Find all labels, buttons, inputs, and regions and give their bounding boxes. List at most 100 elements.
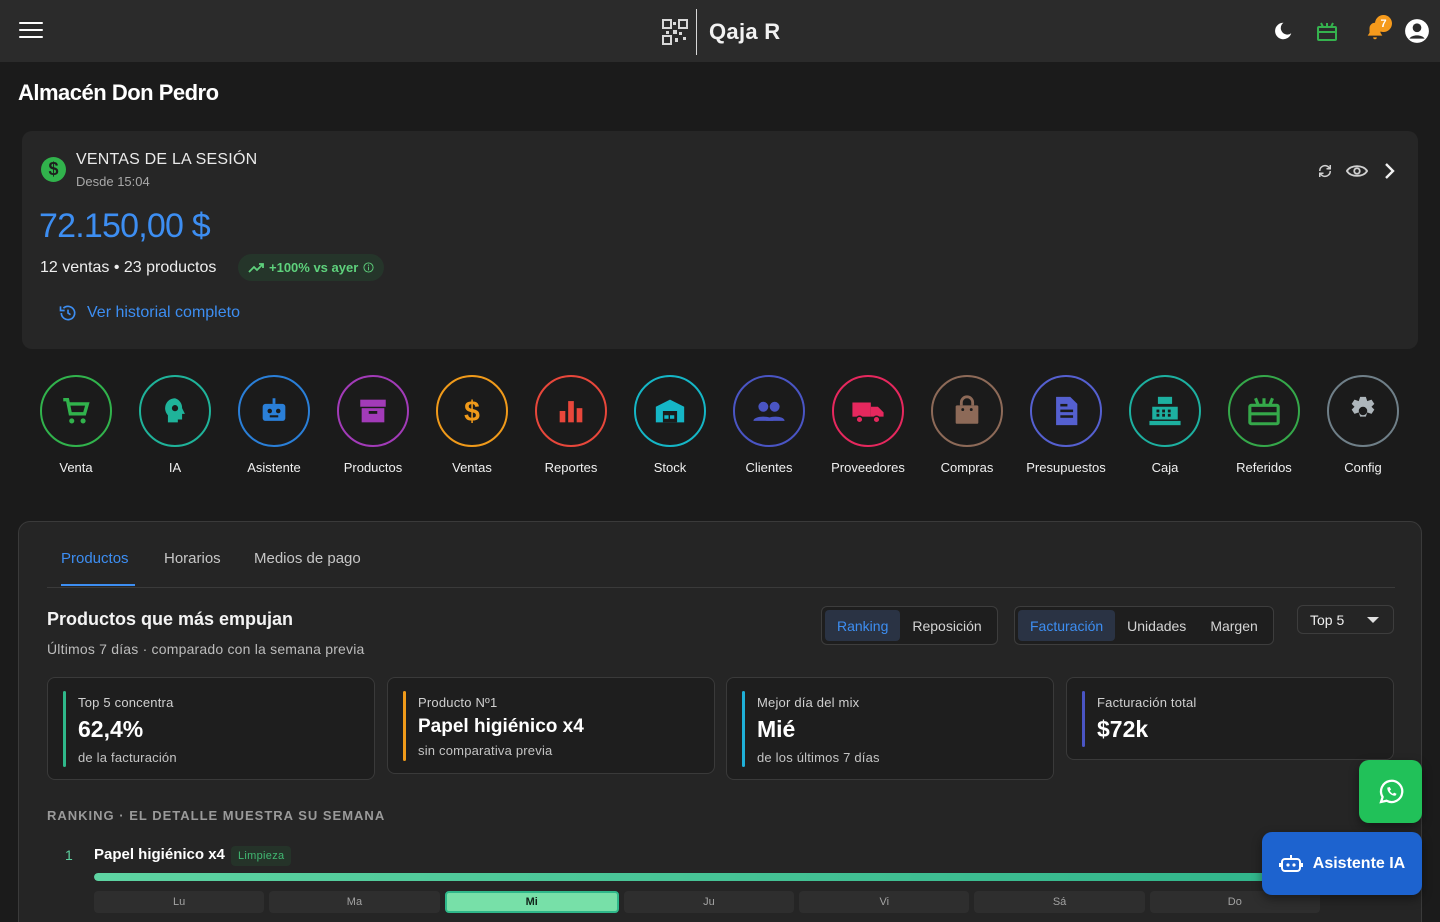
shortcut-label: Stock [653, 460, 687, 475]
shortcut-clientes[interactable]: Clientes [719, 375, 819, 475]
tab-medios-de-pago[interactable]: Medios de pago [254, 550, 361, 567]
menu-icon[interactable] [19, 22, 43, 40]
shortcut-label: Referidos [1236, 460, 1292, 475]
shortcut-caja[interactable]: Caja [1115, 375, 1215, 475]
shortcut-ventas[interactable]: $ Ventas [422, 375, 522, 475]
gift-icon [1248, 397, 1280, 426]
tab-horarios[interactable]: Horarios [164, 550, 221, 567]
shortcut-presupuestos[interactable]: Presupuestos [1016, 375, 1116, 475]
active-tab-indicator [61, 584, 135, 586]
analytics-panel: Productos Horarios Medios de pago Produc… [18, 521, 1422, 922]
shortcut-productos[interactable]: Productos [323, 375, 423, 475]
kpi-accent-bar [1082, 691, 1085, 747]
shortcut-label: Asistente [247, 460, 301, 475]
view-history-label: Ver historial completo [87, 304, 240, 321]
metric-toggle: Facturación Unidades Margen [1014, 606, 1274, 645]
bar-chart-icon [559, 401, 583, 423]
ranking-toggle[interactable]: Ranking [825, 610, 901, 641]
history-icon [59, 305, 76, 321]
facturacion-toggle[interactable]: Facturación [1018, 610, 1116, 641]
kpi-value: 62,4% [78, 716, 144, 742]
whatsapp-button[interactable] [1359, 760, 1422, 823]
kpi-label: Mejor día del mix [757, 695, 860, 710]
refresh-icon[interactable] [1313, 159, 1337, 183]
shortcut-label: Clientes [745, 460, 793, 475]
shortcut-referidos[interactable]: Referidos [1214, 375, 1314, 475]
shortcut-venta[interactable]: Venta [26, 375, 126, 475]
day-cell: Lu [94, 891, 265, 913]
shortcut-proveedores[interactable]: Proveedores [818, 375, 918, 475]
dark-mode-icon[interactable] [1270, 18, 1296, 44]
shortcut-label: Presupuestos [1026, 460, 1106, 475]
kpi-best-day: Mejor día del mix Mié de los últimos 7 d… [726, 677, 1054, 780]
shortcut-label: Config [1344, 460, 1382, 475]
shortcut-stock[interactable]: Stock [620, 375, 720, 475]
session-sales-card: $ VENTAS DE LA SESIÓN Desde 15:04 72.150… [22, 131, 1418, 349]
visibility-icon[interactable] [1345, 159, 1369, 183]
kpi-value: Mié [757, 716, 796, 742]
store-name: Almacén Don Pedro [18, 80, 219, 105]
day-cell: Sá [974, 891, 1145, 913]
shortcut-label: Ventas [452, 460, 492, 475]
robot-icon [262, 398, 286, 421]
shortcut-label: Reportes [544, 460, 598, 475]
shortcut-label: Productos [343, 460, 403, 475]
kpi-note: de los últimos 7 días [757, 750, 880, 765]
archive-box-icon [360, 399, 386, 423]
shortcut-ia[interactable]: IA [125, 375, 225, 475]
gift-icon[interactable] [1314, 18, 1340, 44]
view-toggle: Ranking Reposición [821, 606, 998, 645]
reposicion-toggle[interactable]: Reposición [900, 610, 993, 641]
ai-assistant-button[interactable]: Asistente IA [1262, 832, 1422, 895]
shortcut-config[interactable]: Config [1313, 375, 1413, 475]
top-n-select[interactable]: Top 5 [1297, 605, 1394, 634]
brand-divider [696, 9, 697, 55]
kpi-label: Top 5 concentra [78, 695, 174, 710]
kpi-value: Papel higiénico x4 [418, 716, 584, 737]
ai-assistant-label: Asistente IA [1312, 854, 1406, 872]
shortcut-asistente[interactable]: Asistente [224, 375, 324, 475]
ranking-caption: RANKING · EL DETALLE MUESTRA SU SEMANA [47, 808, 386, 823]
brand[interactable]: Qaja R [662, 9, 781, 55]
brand-name: Qaja R [709, 19, 781, 44]
shortcut-label: IA [168, 460, 182, 475]
chevron-right-icon[interactable] [1378, 159, 1402, 183]
rank-product-name[interactable]: Papel higiénico x4 [94, 846, 225, 863]
truck-icon [852, 402, 884, 424]
svg-text:$: $ [464, 396, 480, 428]
shortcut-label: Venta [59, 460, 93, 475]
tab-productos[interactable]: Productos [61, 550, 129, 567]
kpi-accent-bar [63, 691, 66, 767]
robot-icon [1278, 854, 1303, 872]
people-icon [753, 401, 785, 421]
kpi-label: Producto Nº1 [418, 695, 498, 710]
top-bar: Qaja R 7 [0, 0, 1440, 62]
shortcut-reportes[interactable]: Reportes [521, 375, 621, 475]
rank-share-bar [94, 873, 1320, 881]
shortcut-compras[interactable]: Compras [917, 375, 1017, 475]
section-title: Productos que más empujan [47, 609, 294, 629]
session-title: VENTAS DE LA SESIÓN [76, 151, 258, 168]
unidades-toggle[interactable]: Unidades [1115, 610, 1198, 641]
kpi-accent-bar [403, 691, 406, 761]
session-since: Desde 15:04 [76, 174, 150, 189]
margen-toggle[interactable]: Margen [1198, 610, 1269, 641]
kpi-note: sin comparativa previa [418, 743, 553, 758]
kpi-accent-bar [742, 691, 745, 767]
shortcut-label: Compras [940, 460, 994, 475]
trending-up-icon [248, 262, 264, 273]
shortcut-label: Proveedores [831, 460, 905, 475]
chevron-down-icon [1367, 617, 1379, 623]
notifications-icon[interactable]: 7 [1362, 15, 1392, 44]
category-badge: Limpieza [231, 846, 292, 866]
gear-icon [1351, 396, 1375, 417]
view-history-link[interactable]: Ver historial completo [58, 303, 240, 323]
kpi-top-product: Producto Nº1 Papel higiénico x4 sin comp… [387, 677, 715, 774]
info-icon[interactable] [363, 262, 374, 273]
rank-share-fill [94, 873, 1320, 881]
trend-badge: +100% vs ayer [238, 254, 385, 281]
notification-count-badge: 7 [1375, 15, 1392, 32]
account-icon[interactable] [1404, 18, 1430, 44]
cart-icon [63, 397, 90, 424]
whatsapp-icon [1378, 779, 1403, 804]
